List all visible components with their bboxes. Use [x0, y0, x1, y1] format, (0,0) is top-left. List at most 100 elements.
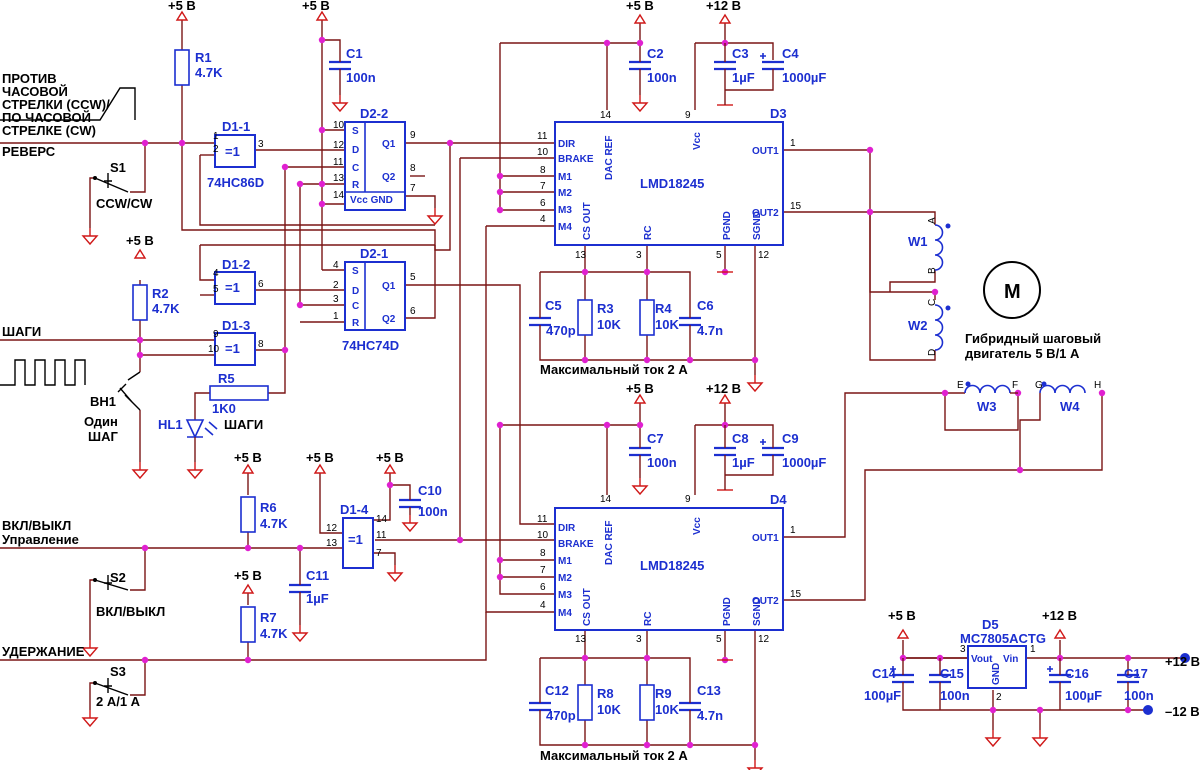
- r4-body: [639, 299, 655, 336]
- c6-value: 4.7n: [697, 323, 723, 338]
- junction-dot: [456, 536, 464, 544]
- c17-value: 100n: [1124, 688, 1154, 703]
- s2-name: S2: [110, 570, 126, 585]
- junction-dot: [244, 656, 252, 664]
- junction-dot: [281, 346, 289, 354]
- r8-name: R8: [597, 686, 614, 701]
- d2-2-vccgnd: Vcc GND: [350, 195, 393, 206]
- d3-m4: M4: [558, 222, 572, 233]
- pin-number: 3: [258, 139, 264, 150]
- r3-value: 10K: [597, 317, 621, 332]
- s2-label: ВКЛ/ВЫКЛ: [96, 604, 165, 619]
- d3-csout: CS OUT: [582, 202, 593, 240]
- pin-number: 5: [716, 250, 722, 261]
- r5-body: [209, 385, 269, 401]
- pin-number: 8: [410, 163, 416, 174]
- ground-icon: [81, 640, 99, 658]
- junction-dot: [318, 126, 326, 134]
- junction-dot: [581, 268, 589, 276]
- pin-number: 6: [258, 279, 264, 290]
- terminal-m12: [1143, 705, 1153, 715]
- capacitor-icon: [714, 60, 736, 71]
- d5-vin: Vin: [1003, 654, 1018, 665]
- junction-dot: [496, 206, 504, 214]
- junction-dot: [636, 39, 644, 47]
- c11-name: C11: [306, 568, 329, 583]
- pin-number: 2: [996, 692, 1002, 703]
- supply-arrow-icon: [313, 463, 327, 474]
- d1-1-sym: =1: [225, 144, 240, 159]
- ground-icon: [631, 478, 649, 496]
- c3-value: 1µF: [732, 70, 755, 85]
- pin-number: 13: [575, 250, 587, 261]
- r7-body: [240, 606, 256, 643]
- capacitor-icon: [714, 446, 736, 457]
- junction-dot: [496, 573, 504, 581]
- pin-number: 4: [333, 260, 339, 271]
- c13-value: 4.7n: [697, 708, 723, 723]
- pin-number: 5: [213, 284, 219, 295]
- pin-number: 6: [410, 306, 416, 317]
- d3-vcc: Vcc: [692, 132, 703, 150]
- pin-number: 13: [575, 634, 587, 645]
- junction-dot: [989, 706, 997, 714]
- pin-number: 9: [685, 494, 691, 505]
- junction-dot: [603, 39, 611, 47]
- r5-name: R5: [218, 371, 235, 386]
- junction-dot: [496, 172, 504, 180]
- motor-caption-2: двигатель 5 В/1 А: [965, 346, 1080, 361]
- pin-number: 11: [376, 530, 387, 541]
- r7-name: R7: [260, 610, 277, 625]
- r6-body: [240, 496, 256, 533]
- d1-part: 74HC86D: [207, 175, 264, 190]
- junction-dot: [178, 139, 186, 147]
- pin-number: 5: [410, 272, 416, 283]
- d5-name: D5: [982, 617, 999, 632]
- junction-dot: [496, 421, 504, 429]
- d4-brake: BRAKE: [558, 539, 594, 550]
- rail-r1: +5 В: [168, 0, 196, 13]
- c15-value: 100n: [940, 688, 970, 703]
- c12-name: C12: [545, 683, 569, 698]
- enable-label: ВКЛ/ВЫКЛ: [2, 518, 71, 533]
- c4-value: 1000µF: [782, 70, 826, 85]
- polarized-capacitor-icon: [762, 446, 784, 457]
- d3-dir: DIR: [558, 139, 576, 150]
- junction-dot: [1036, 706, 1044, 714]
- hold-label: УДЕРЖАНИЕ: [2, 644, 85, 659]
- d3-name: D3: [770, 106, 787, 121]
- ground-icon: [401, 515, 419, 533]
- r3-body: [577, 299, 593, 336]
- junction-dot: [643, 268, 651, 276]
- c1-name: C1: [346, 46, 363, 61]
- pin-number: 12: [333, 140, 345, 151]
- supply-arrow-icon: [315, 10, 329, 21]
- junction-dot: [136, 336, 144, 344]
- c3-name: C3: [732, 46, 749, 61]
- junction-dot: [386, 481, 394, 489]
- capacitor-icon: [329, 60, 351, 71]
- r2-value: 4.7K: [152, 301, 180, 316]
- d4-part: LMD18245: [640, 558, 704, 573]
- rail-d2: +5 В: [302, 0, 330, 13]
- junction-dot: [136, 351, 144, 359]
- pin-number: 1: [333, 311, 339, 322]
- c13-name: C13: [697, 683, 721, 698]
- c15-name: C15: [940, 666, 964, 681]
- pin-number: 9: [410, 130, 416, 141]
- d4-csout: CS OUT: [582, 588, 593, 626]
- d4-pgnd: PGND: [722, 597, 733, 626]
- d2-1-name: D2-1: [360, 246, 388, 261]
- d2-2-d: D: [352, 145, 359, 156]
- rail-c16: +12 В: [1042, 608, 1077, 623]
- r9-name: R9: [655, 686, 672, 701]
- ground-icon: [186, 462, 204, 480]
- supply-arrow-icon: [1053, 628, 1067, 639]
- d3-part: LMD18245: [640, 176, 704, 191]
- pin-number: 15: [790, 201, 802, 212]
- supply-arrow-icon: [383, 463, 397, 474]
- hl1-caption: ШАГИ: [224, 417, 263, 432]
- dir-caption-5: СТРЕЛКЕ (CW): [2, 123, 96, 138]
- d4-m3: M3: [558, 590, 572, 601]
- pin-number: 7: [540, 565, 546, 576]
